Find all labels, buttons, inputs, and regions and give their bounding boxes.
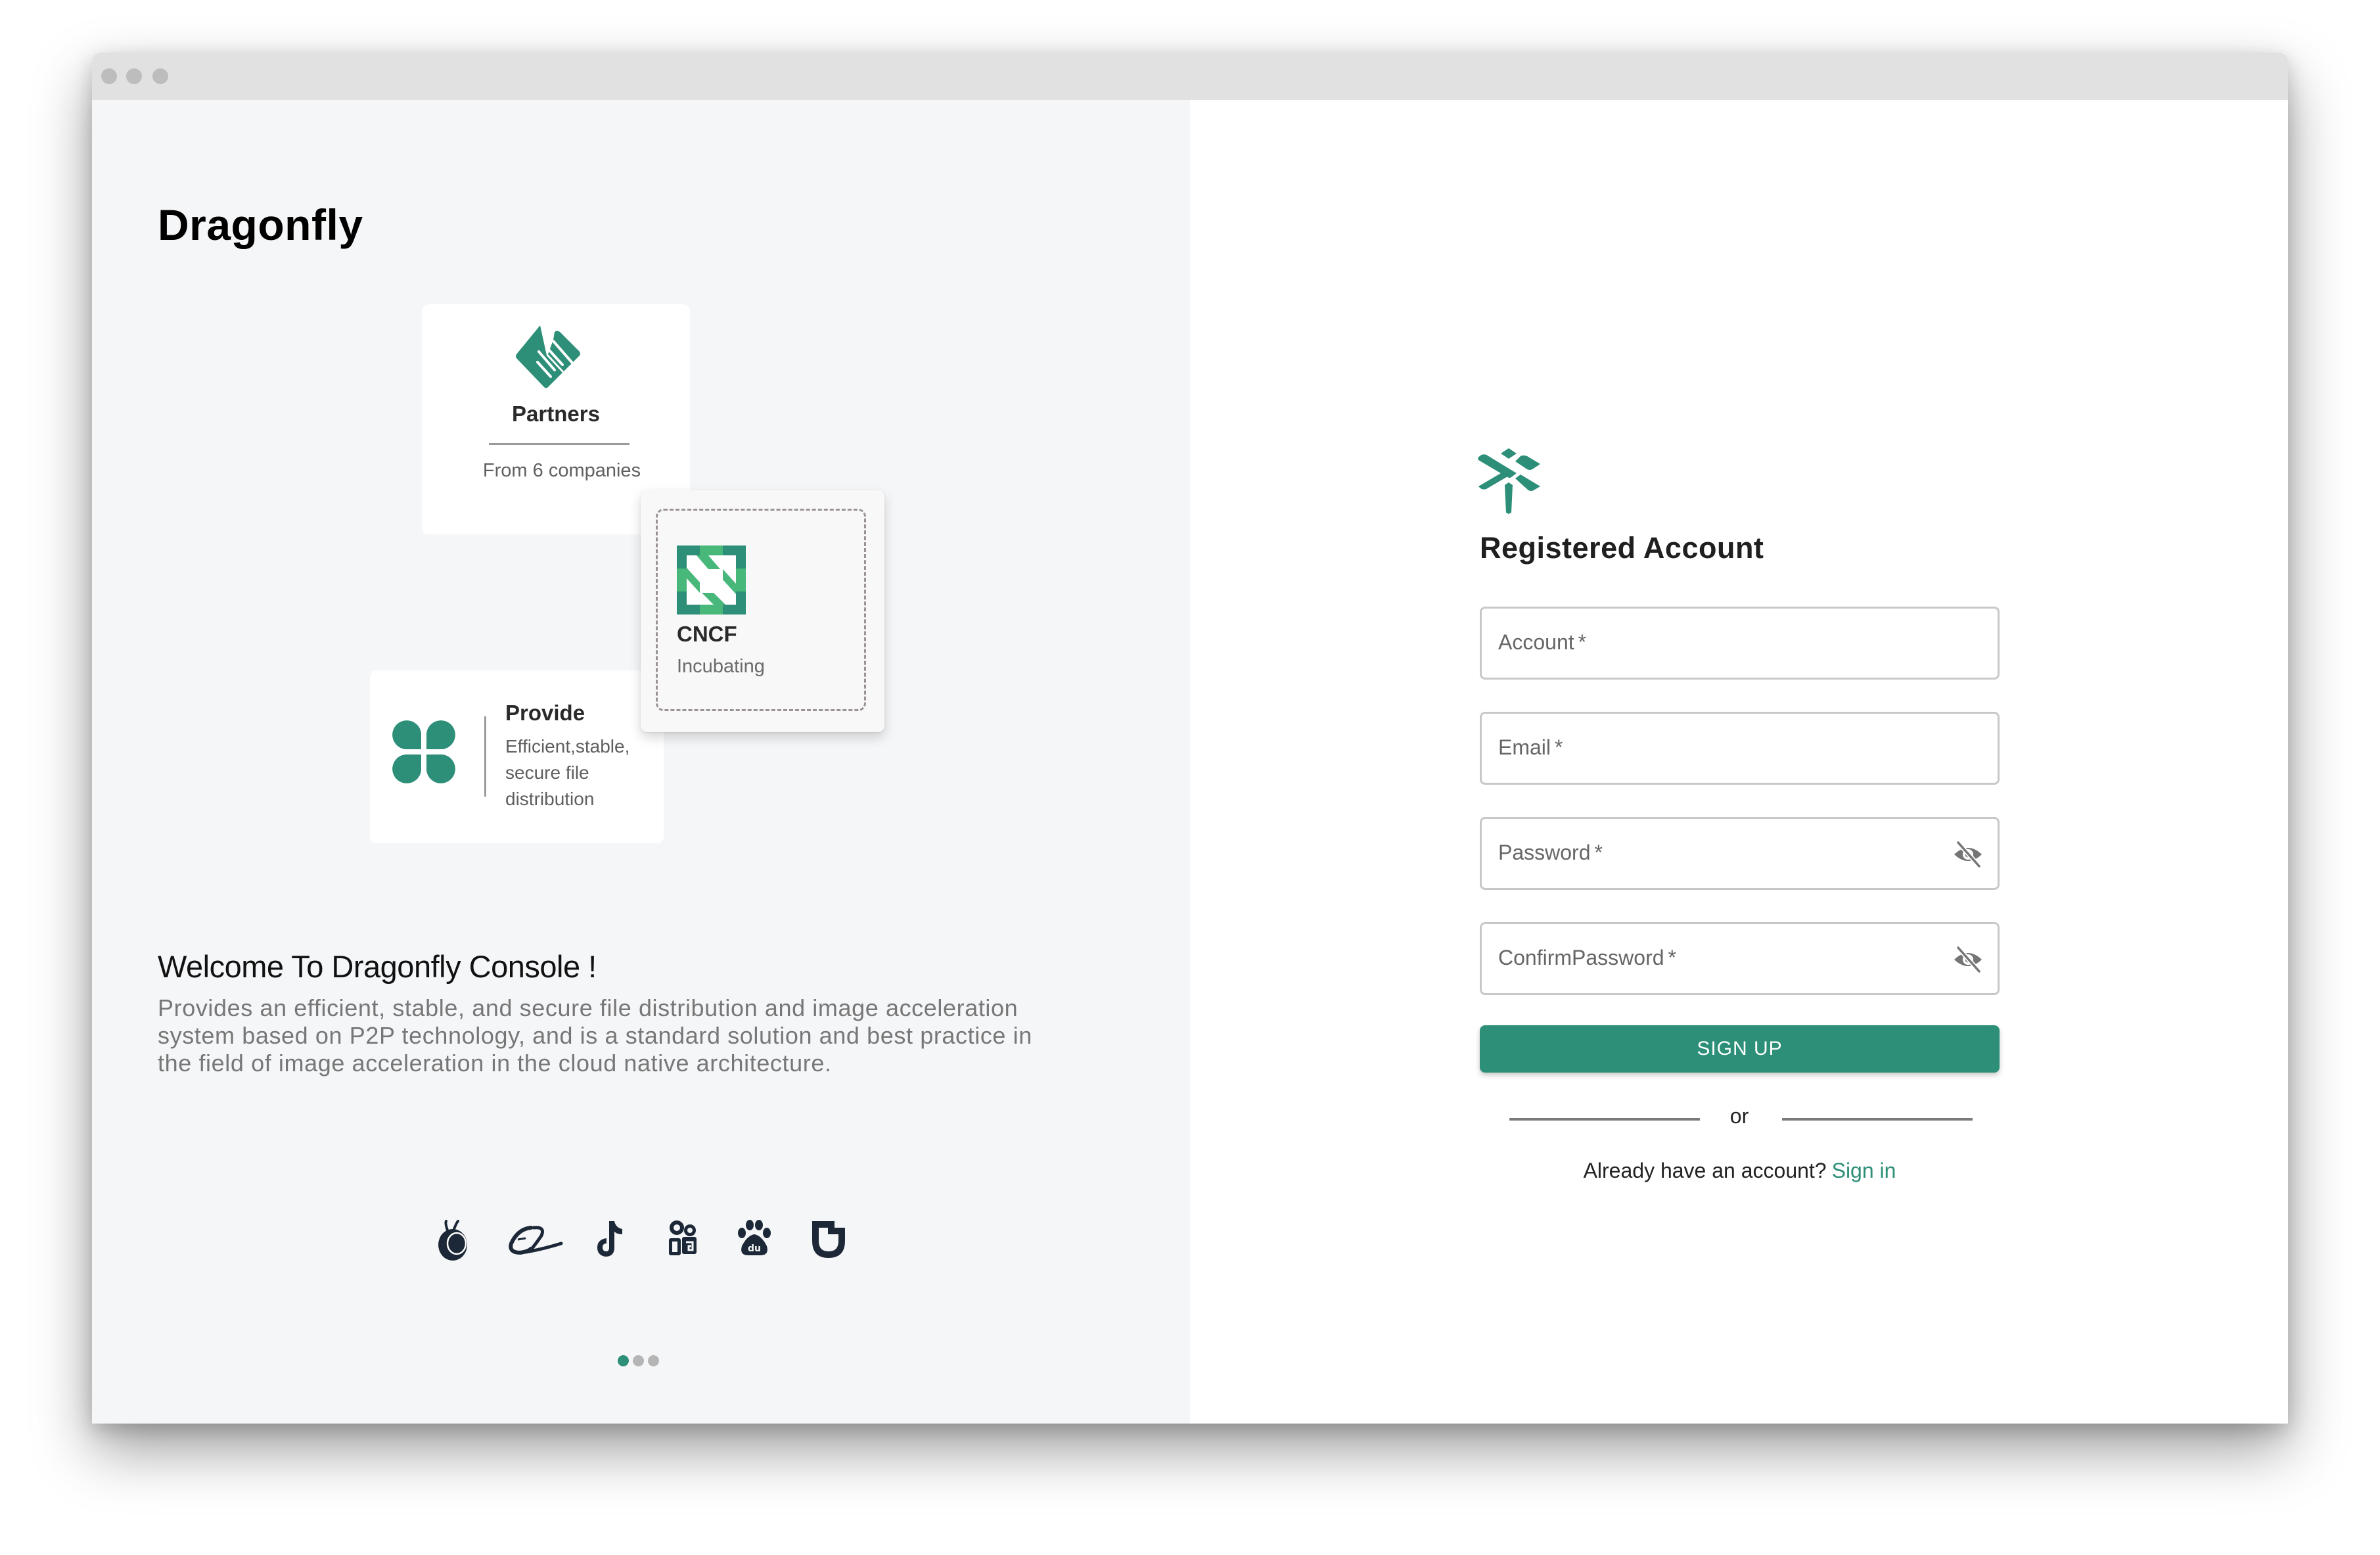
eye-off-icon[interactable]	[1953, 840, 1983, 869]
tiktok-icon	[597, 1221, 622, 1257]
provide-description: Efficient,stable, secure file distributi…	[505, 736, 630, 809]
confirm-password-field[interactable]: ConfirmPassword *	[1480, 922, 2000, 995]
signup-panel: Registered Account Account * Email * Passw…	[1190, 100, 2288, 1424]
ant-group-icon	[438, 1220, 467, 1261]
email-field[interactable]: Email *	[1480, 712, 2000, 785]
cncf-title: CNCF	[677, 622, 737, 646]
eye-off-icon[interactable]	[1953, 945, 1983, 974]
handshake-icon	[516, 325, 580, 388]
form-title: Registered Account	[1480, 531, 1764, 565]
signin-prompt-row: Already have an account? Sign in	[1480, 1159, 2000, 1183]
window-minimize-button[interactable]	[126, 68, 142, 84]
window-maximize-button[interactable]	[152, 68, 168, 84]
clover-icon	[392, 720, 455, 783]
cncf-card: CNCF Incubating	[641, 490, 884, 732]
cncf-status: Incubating	[677, 656, 765, 677]
divider-or-text: or	[1729, 1104, 1749, 1128]
partners-title: Partners	[512, 402, 600, 426]
window-close-button[interactable]	[101, 68, 117, 84]
provide-divider	[484, 716, 486, 797]
password-field[interactable]: Password *	[1480, 817, 2000, 890]
cncf-logo-icon	[677, 545, 746, 615]
carousel-dot-3[interactable]	[648, 1355, 659, 1366]
confirm-password-label: ConfirmPassword *	[1498, 946, 1676, 969]
partner-logos: du	[92, 1217, 1190, 1263]
divider-line-right	[1782, 1118, 1973, 1121]
carousel-dot-1[interactable]	[618, 1355, 629, 1366]
account-label: Account *	[1498, 630, 1587, 654]
signin-prompt: Already have an account?	[1583, 1159, 1827, 1182]
welcome-description: Provides an efficient, stable, and secur…	[158, 994, 1032, 1077]
signin-link[interactable]: Sign in	[1832, 1159, 1896, 1182]
partners-subtitle: From 6 companies	[482, 460, 641, 481]
alibaba-icon	[509, 1226, 563, 1255]
baidu-icon: du	[738, 1220, 771, 1255]
browser-window: Dragonfly Partners From 6 companies Prov…	[92, 53, 2288, 1424]
didi-icon	[812, 1221, 845, 1258]
account-field[interactable]: Account *	[1480, 607, 2000, 680]
carousel-dot-2[interactable]	[633, 1355, 644, 1366]
kuaishou-icon	[669, 1220, 697, 1255]
provide-title: Provide	[505, 701, 585, 725]
intro-panel: Dragonfly Partners From 6 companies Prov…	[92, 100, 1190, 1424]
email-label: Email *	[1498, 735, 1563, 759]
welcome-title: Welcome To Dragonfly Console !	[158, 949, 597, 984]
svg-text:du: du	[748, 1243, 761, 1254]
brand-title: Dragonfly	[158, 200, 363, 249]
window-titlebar	[92, 53, 2288, 100]
provide-card: Provide Efficient,stable, secure file di…	[370, 670, 664, 843]
partners-divider	[489, 443, 629, 445]
password-label: Password *	[1498, 841, 1603, 864]
divider-line-left	[1509, 1118, 1700, 1121]
signup-button[interactable]: SIGN UP	[1480, 1025, 2000, 1073]
dragonfly-logo-icon	[1478, 448, 1540, 514]
